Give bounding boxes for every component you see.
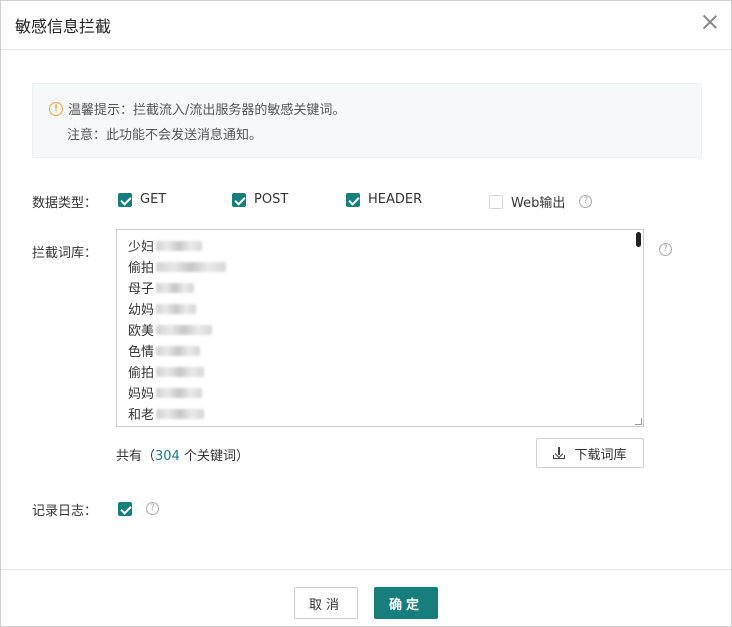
checkbox-post-label: POST (254, 192, 289, 207)
log-label: 记录日志： (32, 504, 98, 519)
notice-text: 注意：此功能不会发送消息通知。 (67, 128, 263, 143)
warning-icon: ! (49, 101, 63, 116)
checkbox-web-output-box[interactable] (489, 194, 503, 209)
data-type-label: 数据类型： (32, 196, 98, 211)
lexicon-line: 妈妈 (128, 383, 203, 402)
lexicon-label: 拦截词库： (32, 246, 98, 261)
lexicon-line: 母子 (128, 278, 195, 297)
lexicon-line: 少妇 (128, 236, 203, 255)
checkbox-header[interactable]: HEADER (346, 192, 422, 207)
dialog-footer: 取消 确定 (1, 569, 731, 627)
checkbox-header-label: HEADER (368, 192, 423, 207)
cancel-button[interactable]: 取消 (294, 587, 358, 619)
log-checkbox[interactable] (118, 502, 132, 516)
checkbox-web-output-label: Web输出 (511, 196, 566, 211)
checkbox-get[interactable]: GET (118, 192, 166, 207)
help-icon[interactable]: ? (579, 195, 593, 208)
close-icon[interactable] (699, 11, 721, 33)
lexicon-textarea[interactable]: 少妇 偷拍 母子 幼妈 欧美 色情 偷拍 妈妈 和老 (116, 229, 644, 427)
dialog-header: 敏感信息拦截 (1, 1, 731, 50)
checkbox-web-output[interactable]: Web输出 ? (489, 192, 593, 211)
dialog-title: 敏感信息拦截 (15, 17, 112, 36)
textarea-scrollbar[interactable] (636, 232, 641, 247)
lexicon-line: 偷拍 (128, 257, 227, 276)
download-icon (553, 447, 566, 459)
tip-text: 温馨提示：拦截流入/流出服务器的敏感关键词。 (68, 103, 346, 118)
lexicon-line: 欧美 (128, 320, 213, 339)
keyword-count-number: 304 (155, 449, 180, 464)
checkbox-get-label: GET (140, 192, 167, 207)
confirm-button[interactable]: 确定 (374, 587, 438, 619)
lexicon-line: 色情 (128, 341, 201, 360)
lexicon-line: 幼妈 (128, 299, 197, 318)
checkbox-post[interactable]: POST (232, 192, 288, 207)
checkbox-post-box[interactable] (232, 192, 246, 207)
help-icon[interactable]: ? (659, 243, 672, 256)
lexicon-line: 偷拍 (128, 362, 205, 381)
lexicon-line: 和老 (128, 404, 205, 423)
checkbox-get-box[interactable] (118, 192, 132, 207)
download-lexicon-button[interactable]: 下载词库 (536, 438, 644, 468)
keyword-count: 共有（304 个关键词） (116, 449, 249, 464)
download-lexicon-label: 下载词库 (574, 447, 627, 463)
resize-handle[interactable] (635, 418, 642, 425)
tip-box: ! 温馨提示：拦截流入/流出服务器的敏感关键词。 注意：此功能不会发送消息通知。 (32, 83, 702, 158)
sensitive-info-dialog: 敏感信息拦截 ! 温馨提示：拦截流入/流出服务器的敏感关键词。 注意：此功能不会… (0, 0, 732, 627)
help-icon[interactable]: ? (146, 502, 159, 515)
checkbox-header-box[interactable] (346, 192, 360, 207)
